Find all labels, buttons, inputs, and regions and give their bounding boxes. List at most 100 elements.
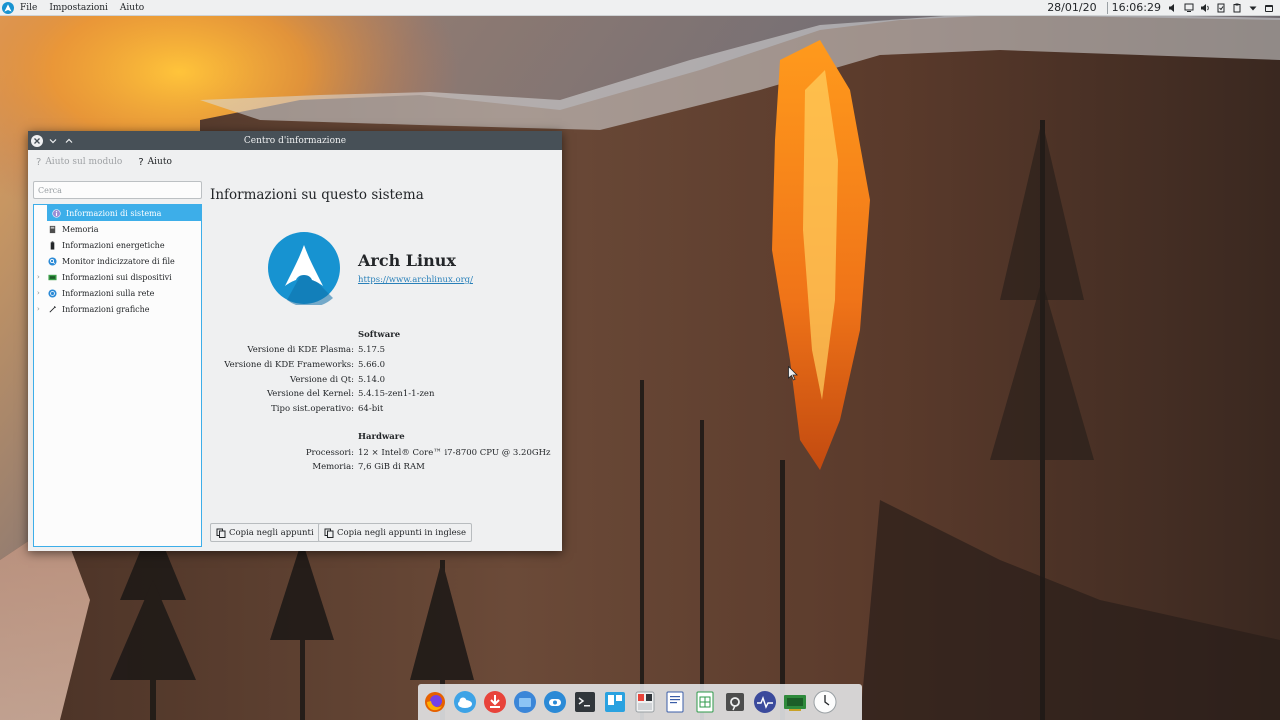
menu-file[interactable]: File bbox=[20, 3, 37, 13]
info-value: 12 × Intel® Core™ i7-8700 CPU @ 3.20GHz bbox=[358, 448, 551, 458]
help-button[interactable]: ? Aiuto bbox=[138, 157, 172, 168]
software-section-title: Software bbox=[358, 330, 401, 340]
volume-icon[interactable] bbox=[1167, 2, 1178, 13]
terminal-icon[interactable] bbox=[573, 690, 597, 714]
info-value: 64-bit bbox=[358, 404, 384, 414]
copy-icon bbox=[216, 528, 226, 538]
info-value: 5.14.0 bbox=[358, 375, 386, 385]
arch-linux-logo bbox=[268, 232, 340, 305]
info-key: Versione di Qt: bbox=[290, 375, 354, 385]
window-title: Centro d'informazione bbox=[243, 135, 347, 146]
clock-icon[interactable] bbox=[813, 690, 837, 714]
battery-icon[interactable] bbox=[1263, 2, 1274, 13]
copy-english-label: Copia negli appunti in inglese bbox=[337, 527, 467, 538]
sidebar-item-energy[interactable]: Informazioni energetiche bbox=[34, 237, 201, 253]
sidebar-item-label: Monitor indicizzatore di file bbox=[62, 256, 175, 266]
sidebar-item-label: Informazioni sui dispositivi bbox=[62, 272, 172, 282]
module-help-label: Aiuto sul modulo bbox=[45, 157, 123, 167]
application-dock bbox=[418, 684, 862, 720]
sidebar-item-network[interactable]: › Informazioni sulla rete bbox=[34, 285, 201, 301]
updates-icon[interactable] bbox=[1215, 2, 1226, 13]
network-icon bbox=[47, 288, 57, 298]
settings-icon[interactable] bbox=[723, 690, 747, 714]
speaker-icon[interactable] bbox=[1199, 2, 1210, 13]
help-label: Aiuto bbox=[147, 157, 172, 167]
sidebar-item-file-indexer[interactable]: Monitor indicizzatore di file bbox=[34, 253, 201, 269]
expand-arrow-icon[interactable]: › bbox=[37, 289, 47, 297]
mouse-cursor-icon bbox=[788, 366, 798, 381]
module-content: Informazioni su questo sistema Arch Linu… bbox=[210, 181, 558, 547]
info-key: Versione del Kernel: bbox=[266, 389, 354, 399]
weather-icon[interactable] bbox=[453, 690, 477, 714]
copy-to-clipboard-button[interactable]: Copia negli appunti bbox=[210, 523, 320, 542]
window-titlebar[interactable]: Centro d'informazione bbox=[28, 131, 562, 150]
info-row: Memoria: 7,6 GiB di RAM bbox=[210, 462, 558, 476]
sidebar-item-label: Informazioni sulla rete bbox=[62, 288, 155, 298]
system-tray bbox=[1167, 2, 1274, 13]
panel-date[interactable]: 28/01/20 bbox=[1047, 1, 1096, 14]
info-key: Memoria: bbox=[312, 462, 354, 472]
menu-help[interactable]: Aiuto bbox=[120, 3, 144, 13]
download-icon[interactable] bbox=[483, 690, 507, 714]
copy-english-button[interactable]: Copia negli appunti in inglese bbox=[318, 523, 473, 542]
devices-icon bbox=[47, 272, 57, 282]
panel-time[interactable]: 16:06:29 bbox=[1112, 1, 1161, 14]
menu-settings[interactable]: Impostazioni bbox=[49, 3, 108, 13]
calculator-icon[interactable] bbox=[633, 690, 657, 714]
distro-name: Arch Linux bbox=[358, 251, 456, 270]
expand-arrow-icon[interactable]: › bbox=[37, 273, 47, 281]
page-title: Informazioni su questo sistema bbox=[210, 187, 424, 203]
expand-arrow-icon[interactable]: › bbox=[37, 305, 47, 313]
system-monitor-icon[interactable] bbox=[753, 690, 777, 714]
chat-icon[interactable] bbox=[543, 690, 567, 714]
info-row: Processori: 12 × Intel® Core™ i7-8700 CP… bbox=[210, 448, 558, 462]
search-input[interactable] bbox=[33, 181, 202, 199]
info-key: Processori: bbox=[305, 448, 354, 458]
search-indexer-icon bbox=[47, 256, 57, 266]
info-row: Versione del Kernel: 5.4.15-zen1-1-zen bbox=[210, 389, 558, 403]
clipboard-icon[interactable] bbox=[1231, 2, 1242, 13]
info-key: Tipo sist.operativo: bbox=[271, 404, 354, 414]
info-row: Versione di KDE Plasma: 5.17.5 bbox=[210, 345, 558, 359]
spreadsheet-icon[interactable] bbox=[693, 690, 717, 714]
sidebar-item-graphics[interactable]: › Informazioni grafiche bbox=[34, 301, 201, 317]
sidebar-item-devices[interactable]: › Informazioni sui dispositivi bbox=[34, 269, 201, 285]
top-panel: File Impostazioni Aiuto 28/01/20 16:06:2… bbox=[0, 0, 1280, 16]
hardware-section-title: Hardware bbox=[358, 432, 405, 442]
sidebar-item-memory[interactable]: Memoria bbox=[34, 221, 201, 237]
maximize-icon[interactable] bbox=[63, 135, 75, 147]
info-row: Versione di KDE Frameworks: 5.66.0 bbox=[210, 360, 558, 374]
sidebar-item-label: Memoria bbox=[62, 224, 99, 234]
distro-url-link[interactable]: https://www.archlinux.org/ bbox=[358, 275, 473, 285]
copy-button-label: Copia negli appunti bbox=[229, 527, 314, 538]
info-row: Tipo sist.operativo: 64-bit bbox=[210, 404, 558, 418]
copy-icon bbox=[324, 528, 334, 538]
sidebar-item-label: Informazioni di sistema bbox=[66, 208, 162, 218]
expand-tray-icon[interactable] bbox=[1247, 2, 1258, 13]
network-icon[interactable] bbox=[1183, 2, 1194, 13]
window-toolbar: ? Aiuto sul modulo ? Aiuto bbox=[28, 150, 562, 174]
sidebar-item-label: Informazioni energetiche bbox=[62, 240, 165, 250]
close-icon[interactable] bbox=[31, 134, 43, 147]
info-center-window: Centro d'informazione ? Aiuto sul modulo… bbox=[28, 131, 562, 551]
kanban-icon[interactable] bbox=[603, 690, 627, 714]
module-help-button[interactable]: ? Aiuto sul modulo bbox=[36, 157, 122, 168]
info-row: Versione di Qt: 5.14.0 bbox=[210, 375, 558, 389]
sidebar-item-label: Informazioni grafiche bbox=[62, 304, 150, 314]
firefox-icon[interactable] bbox=[423, 690, 447, 714]
memory-icon bbox=[47, 224, 57, 234]
file-manager-icon[interactable] bbox=[513, 690, 537, 714]
info-value: 7,6 GiB di RAM bbox=[358, 462, 425, 472]
sidebar-item-system-info[interactable]: Informazioni di sistema bbox=[47, 205, 201, 221]
battery-icon bbox=[47, 240, 57, 250]
help-icon: ? bbox=[36, 156, 42, 168]
info-value: 5.66.0 bbox=[358, 360, 386, 370]
minimize-icon[interactable] bbox=[47, 135, 59, 147]
arch-launcher-icon[interactable] bbox=[2, 1, 14, 14]
text-editor-icon[interactable] bbox=[663, 690, 687, 714]
graphics-icon bbox=[47, 304, 57, 314]
help-icon: ? bbox=[138, 156, 144, 168]
info-key: Versione di KDE Frameworks: bbox=[224, 360, 354, 370]
info-key: Versione di KDE Plasma: bbox=[247, 345, 354, 355]
hardware-info-icon[interactable] bbox=[783, 690, 807, 714]
